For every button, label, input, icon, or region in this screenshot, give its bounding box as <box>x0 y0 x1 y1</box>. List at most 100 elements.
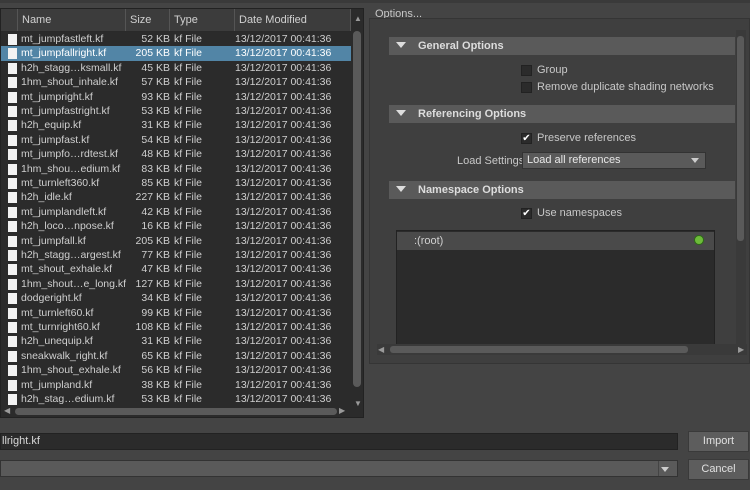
file-date: 13/12/2017 00:41:36 <box>235 133 332 146</box>
namespace-options-label: Namespace Options <box>418 184 524 196</box>
column-header-name[interactable]: Name <box>18 9 126 31</box>
file-list-header: Name Size Type Date Modified <box>1 9 351 32</box>
file-date: 13/12/2017 00:41:36 <box>235 306 332 319</box>
file-icon <box>8 34 17 45</box>
file-name: mt_jumpfastleft.kf <box>21 33 104 45</box>
file-date: 13/12/2017 00:41:36 <box>235 277 332 290</box>
scroll-left-icon[interactable]: ◀ <box>378 345 384 354</box>
file-name: h2h_stagg…argest.kf <box>21 249 121 261</box>
file-row[interactable]: h2h_equip.kf 31 KB kf File 13/12/2017 00:41… <box>1 118 351 132</box>
file-icon <box>8 307 17 319</box>
file-name-input[interactable]: llright.kf <box>0 433 678 450</box>
file-size: 31 KB <box>141 119 170 132</box>
scroll-up-icon[interactable]: ▲ <box>354 14 362 23</box>
file-row[interactable]: mt_jumplandleft.kf 42 KB kf File 13/12/2017… <box>1 205 351 219</box>
file-row[interactable]: mt_turnleft360.kf 85 KB kf File 13/12/2017 … <box>1 176 351 190</box>
file-row[interactable]: 1hm_shout…e_long.kf 127 KB kf File 13/12/20… <box>1 277 351 291</box>
file-row[interactable]: mt_turnleft60.kf 99 KB kf File 13/12/2017 0… <box>1 306 351 320</box>
column-header-date-modified[interactable]: Date Modified <box>235 9 351 31</box>
file-row[interactable]: 1hm_shout_inhale.kf 57 KB kf File 13/12/201… <box>1 75 351 89</box>
referencing-options-header[interactable]: Referencing Options <box>389 105 735 123</box>
general-options-header[interactable]: General Options <box>389 37 735 55</box>
file-size: 205 KB <box>135 47 170 60</box>
file-icon <box>8 48 17 60</box>
file-type: kf File <box>174 263 203 276</box>
column-header-type[interactable]: Type <box>170 9 235 31</box>
namespace-root-label: :(root) <box>414 235 444 247</box>
file-row[interactable]: h2h_stagg…ksmall.kf 45 KB kf File 13/12/201… <box>1 61 351 75</box>
file-type: kf File <box>174 249 203 261</box>
chevron-down-icon <box>661 467 669 472</box>
file-size: 99 KB <box>141 306 170 319</box>
file-date: 13/12/2017 00:41:36 <box>235 249 332 261</box>
file-size: 93 KB <box>141 90 170 103</box>
file-row[interactable]: dodgeright.kf 34 KB kf File 13/12/2017 00:4… <box>1 291 351 305</box>
file-row[interactable]: h2h_loco…npose.kf 16 KB kf File 13/12/2017 … <box>1 219 351 233</box>
scroll-right-icon[interactable]: ▶ <box>339 406 345 415</box>
file-list[interactable]: Name Size Type Date Modified mt_jumpfast… <box>0 8 364 418</box>
cancel-button[interactable]: Cancel <box>688 459 749 480</box>
chevron-down-icon <box>691 158 699 163</box>
file-list-horizontal-thumb[interactable] <box>15 408 337 415</box>
namespace-root-item[interactable]: :(root) <box>397 232 714 250</box>
scroll-down-icon[interactable]: ▼ <box>354 399 362 408</box>
file-name: h2h_stag…edium.kf <box>21 393 115 405</box>
file-row[interactable]: mt_jumpfastleft.kf 52 KB kf File 13/12/2017… <box>1 32 351 46</box>
file-row[interactable]: h2h_stagg…argest.kf 77 KB kf File 13/12/201… <box>1 248 351 262</box>
use-namespaces-checkbox[interactable]: ✔ <box>521 208 532 219</box>
file-row[interactable]: mt_jumpfall.kf 205 KB kf File 13/12/2017 00… <box>1 234 351 248</box>
file-date: 13/12/2017 00:41:36 <box>235 220 332 233</box>
file-icon <box>8 163 17 175</box>
collapse-triangle-icon <box>396 42 406 48</box>
file-icon <box>8 293 17 305</box>
namespace-options-header[interactable]: Namespace Options <box>389 181 735 199</box>
file-size: 77 KB <box>141 249 170 261</box>
file-size: 108 KB <box>135 321 170 333</box>
file-row[interactable]: sneakwalk_right.kf 65 KB kf File 13/12/2017… <box>1 349 351 363</box>
scroll-right-icon[interactable]: ▶ <box>738 345 744 354</box>
file-row[interactable]: h2h_idle.kf 227 KB kf File 13/12/2017 00:41… <box>1 190 351 204</box>
file-row[interactable]: 1hm_shou…edium.kf 83 KB kf File 13/12/2017 … <box>1 162 351 176</box>
file-date: 13/12/2017 00:41:36 <box>235 335 332 348</box>
import-button[interactable]: Import <box>688 431 749 452</box>
header-spacer <box>1 9 18 31</box>
file-row[interactable]: mt_jumpland.kf 38 KB kf File 13/12/2017 00:… <box>1 378 351 392</box>
file-date: 13/12/2017 00:41:36 <box>235 234 332 247</box>
scroll-left-icon[interactable]: ◀ <box>4 406 10 415</box>
file-row[interactable]: mt_jumpfallright.kf 205 KB kf File 13/12/20… <box>1 46 351 61</box>
file-date: 13/12/2017 00:41:36 <box>235 263 332 276</box>
file-size: 227 KB <box>135 191 170 204</box>
file-row[interactable]: mt_jumpfastright.kf 53 KB kf File 13/12/201… <box>1 104 351 118</box>
file-date: 13/12/2017 00:41:36 <box>235 292 332 305</box>
load-settings-dropdown[interactable]: Load all references <box>522 152 706 169</box>
file-type: kf File <box>174 364 203 377</box>
group-checkbox[interactable] <box>521 65 532 76</box>
file-name: sneakwalk_right.kf <box>21 349 108 362</box>
options-horizontal-thumb[interactable] <box>390 346 688 353</box>
preserve-references-checkbox[interactable]: ✔ <box>521 133 532 144</box>
file-date: 13/12/2017 00:41:36 <box>235 162 332 175</box>
file-icon <box>8 192 17 204</box>
file-row[interactable]: mt_jumpfo…rdtest.kf 48 KB kf File 13/12/201… <box>1 147 351 161</box>
column-header-size[interactable]: Size <box>126 9 170 31</box>
file-row[interactable]: mt_jumpfast.kf 54 KB kf File 13/12/2017 00:… <box>1 133 351 147</box>
file-row[interactable]: mt_shout_exhale.kf 47 KB kf File 13/12/2017… <box>1 262 351 276</box>
file-type-dropdown[interactable] <box>0 460 678 477</box>
file-row[interactable]: 1hm_shout_exhale.kf 56 KB kf File 13/12/201… <box>1 363 351 377</box>
file-row[interactable]: mt_turnright60.kf 108 KB kf File 13/12/2017… <box>1 320 351 334</box>
remove-duplicate-checkbox[interactable] <box>521 82 532 93</box>
file-list-vertical-thumb[interactable] <box>353 31 361 387</box>
file-row[interactable]: mt_jumpright.kf 93 KB kf File 13/12/2017 00… <box>1 90 351 104</box>
file-name: mt_jumpfall.kf <box>21 234 86 247</box>
file-date: 13/12/2017 00:41:36 <box>235 33 332 45</box>
file-type: kf File <box>174 133 203 146</box>
file-size: 65 KB <box>141 349 170 362</box>
file-name: mt_turnright60.kf <box>21 321 100 333</box>
file-size: 38 KB <box>141 378 170 391</box>
file-icon <box>8 350 17 362</box>
file-row[interactable]: h2h_unequip.kf 31 KB kf File 13/12/2017 00:… <box>1 334 351 348</box>
file-icon <box>8 278 17 290</box>
file-icon <box>8 264 17 276</box>
options-vertical-thumb[interactable] <box>737 36 744 241</box>
file-name: 1hm_shout…e_long.kf <box>21 277 127 290</box>
